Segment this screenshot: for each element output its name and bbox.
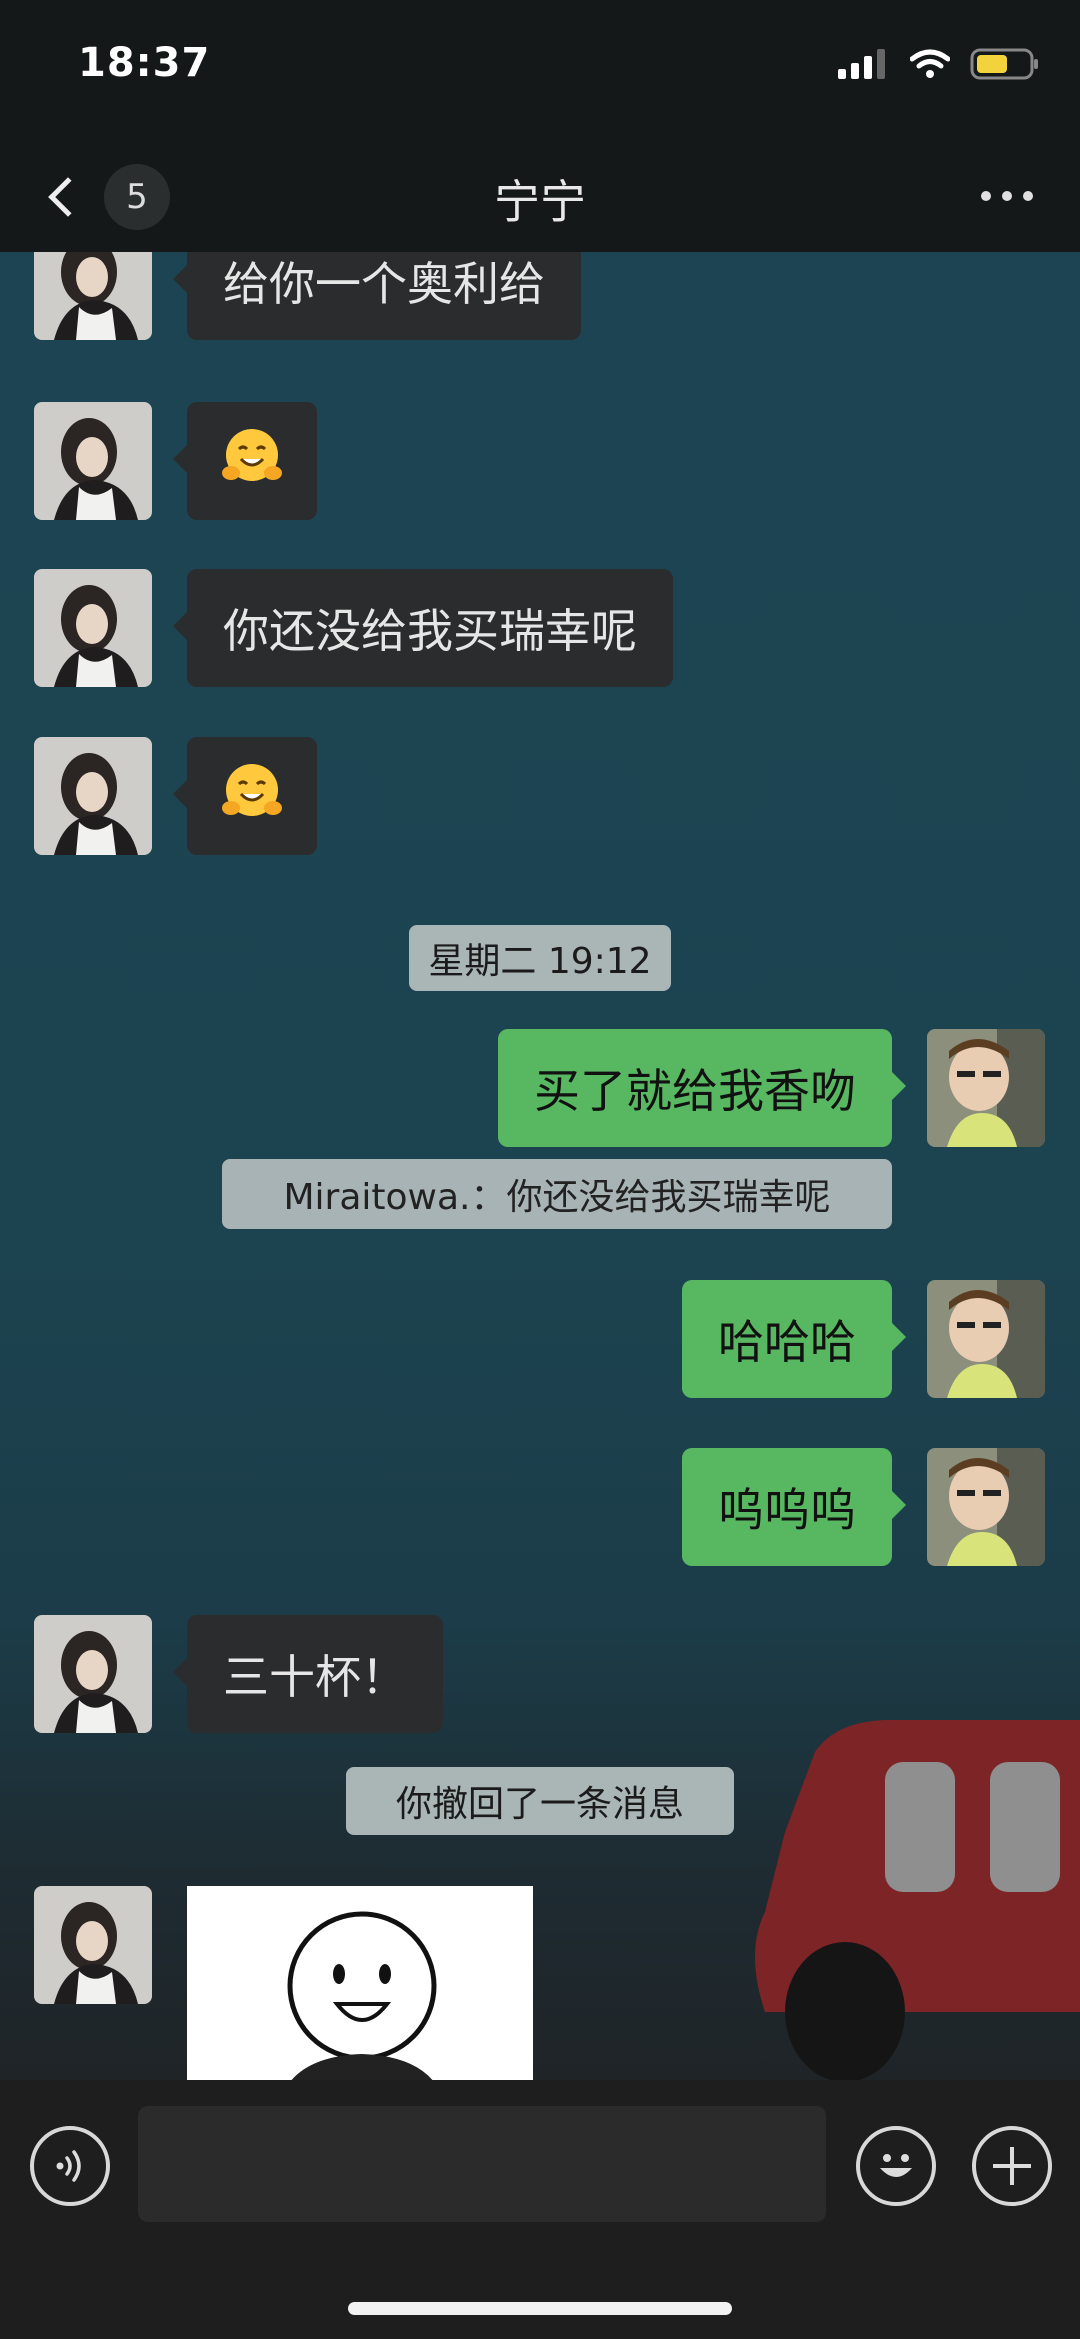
status-bar: 18:37 — [0, 0, 1080, 140]
emoji-button[interactable] — [856, 2126, 936, 2206]
contact-avatar[interactable] — [34, 1615, 152, 1733]
my-avatar[interactable] — [927, 1280, 1045, 1398]
contact-avatar[interactable] — [34, 252, 152, 340]
message-text: 买了就给我香吻 — [534, 1064, 856, 1118]
voice-icon — [56, 2150, 81, 2182]
message-bubble-outgoing[interactable]: 哈哈哈 — [682, 1280, 906, 1398]
contact-avatar[interactable] — [34, 402, 152, 520]
message-text: 三十杯！ — [223, 1650, 407, 1704]
timestamp-label: 星期二 19:12 — [409, 925, 671, 991]
chat-title: 宁宁 — [494, 175, 586, 229]
car-illustration — [755, 1720, 1080, 2080]
contact-avatar[interactable] — [34, 737, 152, 855]
message-text: 哈哈哈 — [718, 1315, 856, 1369]
signal-icon — [838, 49, 885, 79]
voice-input-button[interactable] — [30, 2126, 110, 2206]
smiley-icon — [880, 2154, 912, 2177]
message-bubble-incoming[interactable]: 三十杯！ — [173, 1615, 443, 1733]
more-dot-icon — [981, 191, 991, 201]
message-text: 你还没给我买瑞幸呢 — [223, 604, 637, 658]
message-input[interactable] — [138, 2106, 826, 2222]
message-bubble-outgoing[interactable]: 呜呜呜 — [682, 1448, 906, 1566]
chat-area[interactable]: 给你一个奥利给 你还没给我买瑞幸呢 星期二 19:12 买了就给我香吻 Mira… — [0, 252, 1080, 2080]
message-text: 呜呜呜 — [718, 1483, 856, 1537]
status-icons — [838, 48, 1040, 80]
quoted-message[interactable]: Miraitowa.：你还没给我买瑞幸呢 — [222, 1159, 892, 1229]
my-avatar[interactable] — [927, 1029, 1045, 1147]
more-functions-button[interactable] — [972, 2126, 1052, 2206]
hugging-face-emoji — [221, 760, 283, 833]
sticker-image[interactable] — [187, 1886, 533, 2080]
hugging-face-emoji — [221, 425, 283, 498]
message-bubble-incoming[interactable]: 你还没给我买瑞幸呢 — [173, 569, 673, 687]
message-bubble-incoming[interactable]: 给你一个奥利给 — [173, 252, 581, 340]
more-dot-icon — [1023, 191, 1033, 201]
message-bubble-incoming[interactable] — [173, 737, 317, 855]
message-bubble-outgoing[interactable]: 买了就给我香吻 — [498, 1029, 906, 1147]
recall-notice: 你撤回了一条消息 — [346, 1767, 734, 1835]
message-bubble-incoming[interactable] — [173, 402, 317, 520]
status-time: 18:37 — [78, 40, 211, 86]
contact-avatar[interactable] — [34, 569, 152, 687]
more-options-button[interactable] — [972, 176, 1042, 216]
input-bar — [0, 2080, 1080, 2339]
message-text: 给你一个奥利给 — [223, 257, 545, 311]
contact-avatar[interactable] — [34, 1886, 152, 2004]
battery-icon — [970, 48, 1038, 80]
navigation-bar: 5 宁宁 — [0, 140, 1080, 252]
home-indicator[interactable] — [348, 2302, 732, 2315]
wifi-icon — [910, 49, 950, 78]
plus-icon — [993, 2147, 1031, 2185]
more-dot-icon — [1002, 191, 1012, 201]
my-avatar[interactable] — [927, 1448, 1045, 1566]
